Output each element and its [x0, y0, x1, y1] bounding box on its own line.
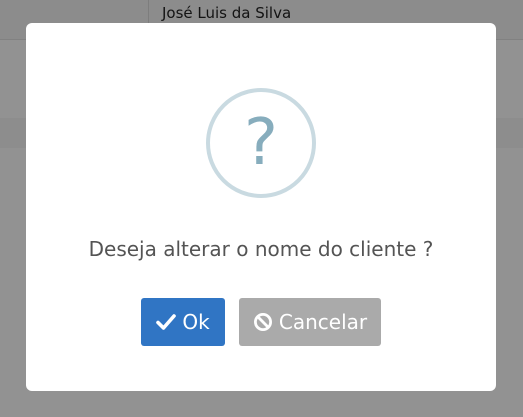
ok-button[interactable]: Ok — [141, 298, 225, 346]
question-icon: ? — [206, 88, 316, 198]
confirm-dialog: ? Deseja alterar o nome do cliente ? Ok … — [26, 23, 496, 391]
ban-icon — [253, 313, 272, 331]
cancel-button[interactable]: Cancelar — [239, 298, 381, 346]
dialog-message: Deseja alterar o nome do cliente ? — [88, 237, 434, 261]
check-icon — [156, 314, 177, 330]
cancel-button-label: Cancelar — [278, 310, 368, 334]
question-mark-glyph: ? — [244, 106, 278, 180]
ok-button-label: Ok — [182, 310, 210, 334]
